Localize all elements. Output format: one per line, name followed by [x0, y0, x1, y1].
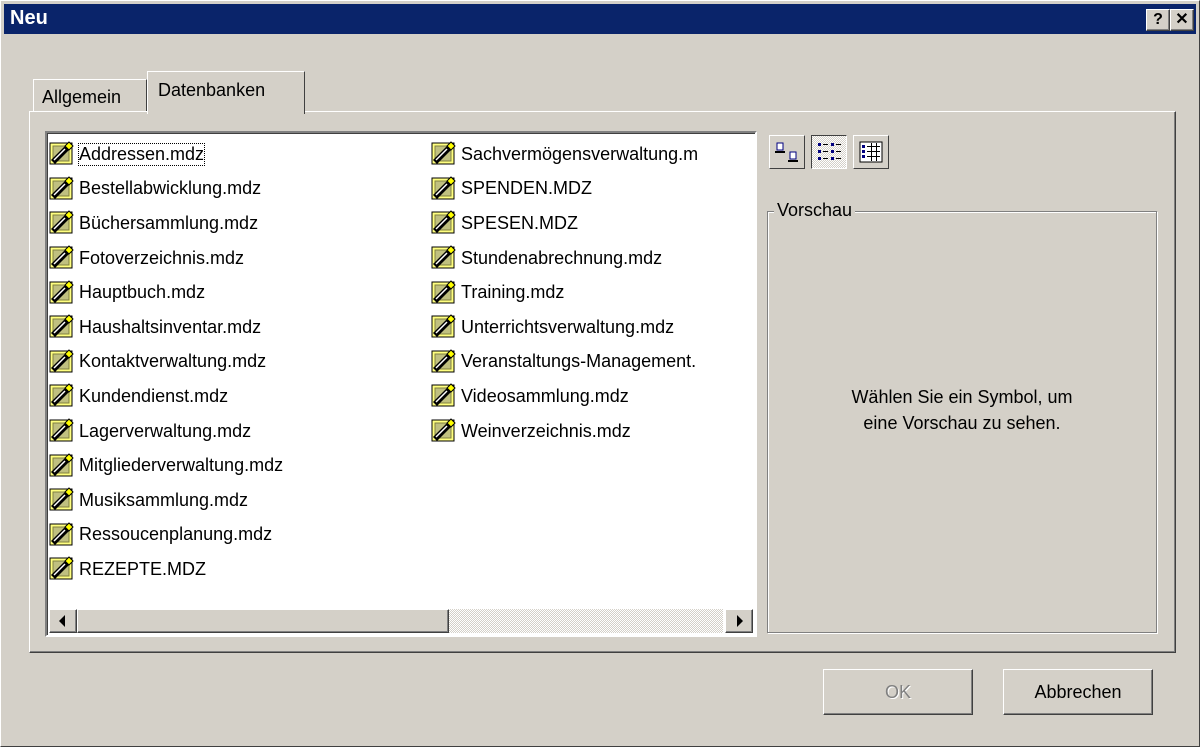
- list-item[interactable]: Stundenabrechnung.mdz: [429, 241, 698, 276]
- list-view-icon: [818, 143, 841, 160]
- arrow-left-icon: [59, 615, 65, 627]
- preview-group: Vorschau Wählen Sie ein Symbol, um eine …: [767, 200, 1157, 633]
- list-item-label: Mitgliederverwaltung.mdz: [79, 455, 284, 476]
- details-view-button[interactable]: [853, 135, 889, 169]
- preview-message-line-1: Wählen Sie ein Symbol, um: [851, 387, 1073, 407]
- large-icons-view-button[interactable]: [769, 135, 805, 169]
- list-item-label: Addressen.mdz: [77, 142, 206, 166]
- list-item-label: Sachvermögensverwaltung.m: [461, 143, 699, 164]
- list-item[interactable]: Training.mdz: [429, 275, 698, 310]
- database-wizard-icon: [49, 383, 74, 407]
- horizontal-scrollbar[interactable]: [49, 609, 753, 633]
- database-wizard-icon: [49, 210, 74, 234]
- list-item[interactable]: Bestellabwicklung.mdz: [47, 172, 283, 207]
- scroll-right-button[interactable]: [725, 609, 753, 633]
- list-item[interactable]: Veranstaltungs-Management.: [429, 345, 698, 380]
- database-wizard-icon: [431, 141, 456, 165]
- preview-message: Wählen Sie ein Symbol, um eine Vorschau …: [768, 384, 1156, 436]
- list-item[interactable]: REZEPTE.MDZ: [47, 552, 283, 587]
- preview-message-line-2: eine Vorschau zu sehen.: [863, 413, 1061, 433]
- database-wizard-icon: [49, 245, 74, 269]
- tab-allgemein[interactable]: Allgemein: [33, 79, 147, 112]
- tab-allgemein-label: Allgemein: [42, 87, 122, 107]
- list-item[interactable]: Kundendienst.mdz: [47, 379, 283, 414]
- list-item[interactable]: Mitgliederverwaltung.mdz: [47, 448, 283, 483]
- database-wizard-icon: [49, 349, 74, 373]
- list-item[interactable]: Lagerverwaltung.mdz: [47, 414, 283, 449]
- database-wizard-icon: [431, 349, 456, 373]
- arrow-right-icon: [737, 615, 743, 627]
- dialog-window: Neu ? ✕ Allgemein Datenbanken Addressen.…: [0, 0, 1200, 747]
- file-list[interactable]: Addressen.mdz Bestellabwicklung.mdz Bücher…: [45, 131, 757, 637]
- list-item-label: REZEPTE.MDZ: [79, 558, 207, 579]
- list-item[interactable]: Addressen.mdz: [47, 137, 283, 172]
- list-item[interactable]: Kontaktverwaltung.mdz: [47, 345, 283, 380]
- list-item[interactable]: Büchersammlung.mdz: [47, 206, 283, 241]
- database-wizard-icon: [431, 176, 456, 200]
- ok-button[interactable]: OK: [823, 669, 973, 715]
- list-item-label: Kontaktverwaltung.mdz: [79, 351, 267, 372]
- database-wizard-icon: [49, 176, 74, 200]
- title-bar[interactable]: Neu ? ✕: [4, 4, 1196, 34]
- list-item[interactable]: Weinverzeichnis.mdz: [429, 414, 698, 449]
- list-item-label: Veranstaltungs-Management.: [461, 351, 697, 372]
- list-item-label: Stundenabrechnung.mdz: [461, 247, 663, 268]
- list-item[interactable]: Videosammlung.mdz: [429, 379, 698, 414]
- list-item[interactable]: Sachvermögensverwaltung.m: [429, 137, 698, 172]
- close-button[interactable]: ✕: [1170, 9, 1194, 31]
- list-item-label: SPENDEN.MDZ: [461, 178, 593, 199]
- database-wizard-icon: [431, 245, 456, 269]
- database-wizard-icon: [49, 487, 74, 511]
- list-item-label: Weinverzeichnis.mdz: [461, 420, 631, 441]
- database-wizard-icon: [49, 418, 74, 442]
- list-item-label: Lagerverwaltung.mdz: [79, 420, 252, 441]
- list-item-label: Videosammlung.mdz: [461, 385, 629, 406]
- file-list-column-1: Addressen.mdz Bestellabwicklung.mdz Bücher…: [47, 137, 283, 587]
- database-wizard-icon: [49, 279, 74, 304]
- list-item-label: Training.mdz: [461, 282, 565, 303]
- list-view-button[interactable]: [811, 135, 847, 169]
- list-item-label: SPESEN.MDZ: [461, 212, 579, 233]
- database-wizard-icon: [49, 556, 74, 580]
- database-wizard-icon: [49, 314, 74, 338]
- list-item-label: Hauptbuch.mdz: [79, 282, 206, 303]
- large-icons-view-icon: [775, 142, 798, 162]
- list-item[interactable]: Hauptbuch.mdz: [47, 275, 283, 310]
- list-item-label: Bestellabwicklung.mdz: [79, 178, 262, 199]
- database-wizard-icon: [431, 210, 456, 234]
- list-item[interactable]: SPESEN.MDZ: [429, 206, 698, 241]
- database-wizard-icon: [431, 279, 456, 304]
- database-wizard-icon: [431, 418, 456, 442]
- database-wizard-icon: [49, 522, 74, 546]
- list-item[interactable]: Ressoucenplanung.mdz: [47, 518, 283, 553]
- list-item-label: Kundendienst.mdz: [79, 385, 229, 406]
- list-item-label: Fotoverzeichnis.mdz: [79, 247, 245, 268]
- tab-datenbanken[interactable]: Datenbanken: [147, 71, 305, 114]
- list-item-label: Unterrichtsverwaltung.mdz: [461, 316, 675, 337]
- dialog-title: Neu: [10, 7, 48, 29]
- list-item[interactable]: Fotoverzeichnis.mdz: [47, 241, 283, 276]
- list-item[interactable]: Unterrichtsverwaltung.mdz: [429, 310, 698, 345]
- help-button[interactable]: ?: [1146, 9, 1170, 31]
- database-wizard-icon: [431, 314, 456, 338]
- database-wizard-icon: [431, 383, 456, 407]
- list-item[interactable]: Haushaltsinventar.mdz: [47, 310, 283, 345]
- cancel-button[interactable]: Abbrechen: [1003, 669, 1153, 715]
- details-view-icon: [859, 141, 883, 163]
- list-item[interactable]: Musiksammlung.mdz: [47, 483, 283, 518]
- database-wizard-icon: [49, 141, 74, 165]
- file-list-column-2: Sachvermögensverwaltung.m SPENDEN.MDZ SPES…: [429, 137, 698, 448]
- preview-legend: Vorschau: [774, 200, 856, 221]
- list-item-label: Ressoucenplanung.mdz: [79, 524, 273, 545]
- list-item-label: Büchersammlung.mdz: [79, 212, 259, 233]
- list-item-label: Haushaltsinventar.mdz: [79, 316, 262, 337]
- list-item-label: Musiksammlung.mdz: [79, 489, 249, 510]
- list-item[interactable]: SPENDEN.MDZ: [429, 172, 698, 207]
- scroll-left-button[interactable]: [49, 609, 77, 633]
- scroll-thumb[interactable]: [77, 609, 449, 633]
- database-wizard-icon: [49, 452, 74, 477]
- tab-datenbanken-label: Datenbanken: [158, 80, 266, 100]
